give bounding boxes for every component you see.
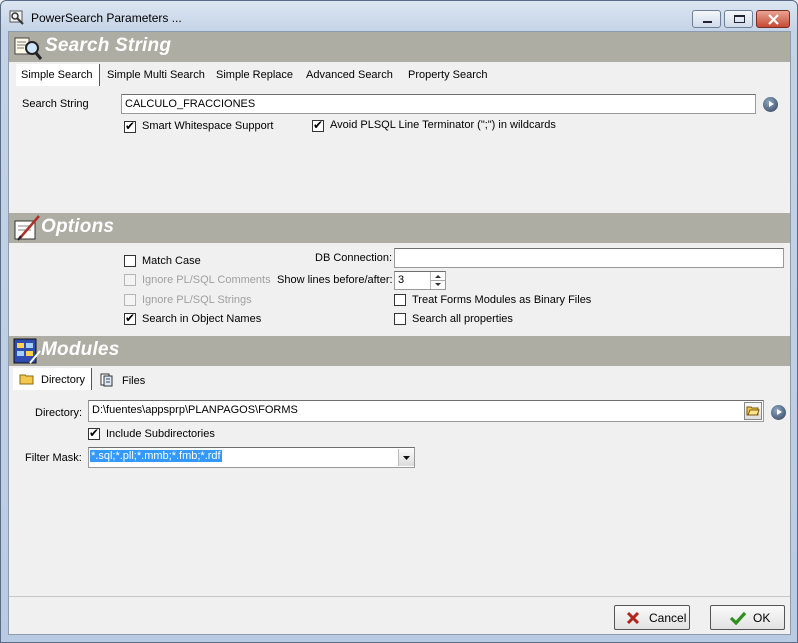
- tab-label: Simple Multi Search: [107, 69, 205, 81]
- tab-label: Directory: [41, 374, 86, 386]
- tab-label: Simple Replace: [216, 69, 294, 81]
- show-lines-label: Show lines before/after:: [277, 274, 393, 286]
- window-title: PowerSearch Parameters ...: [31, 11, 182, 25]
- smart-whitespace-checkbox[interactable]: ✔: [124, 119, 136, 133]
- filter-mask-value: *.sql;*.pll;*.mmb;*.fmb;*.rdf: [90, 450, 222, 462]
- show-lines-input[interactable]: 3: [394, 271, 446, 290]
- search-string-header: Search String: [9, 32, 790, 62]
- tab-label: Simple Search: [21, 69, 93, 81]
- ok-label: OK: [753, 611, 771, 625]
- tab-advanced-search[interactable]: Advanced Search: [306, 64, 393, 86]
- search-string-icon: [14, 37, 42, 60]
- tab-label: Property Search: [408, 69, 488, 81]
- close-icon: [768, 14, 779, 25]
- avoid-plsql-label: Avoid PLSQL Line Terminator (";") in wil…: [330, 119, 556, 131]
- treat-binary-label: Treat Forms Modules as Binary Files: [412, 294, 592, 306]
- tab-label: Advanced Search: [306, 69, 393, 81]
- directory-label: Directory:: [35, 407, 83, 419]
- avoid-plsql-checkbox[interactable]: ✔: [312, 118, 324, 132]
- cancel-x-icon: [626, 611, 640, 625]
- filter-mask-dropdown-button[interactable]: [398, 449, 414, 466]
- tab-simple-replace[interactable]: Simple Replace: [216, 64, 293, 86]
- button-bar-separator: [9, 596, 790, 597]
- dialog-window: PowerSearch Parameters ... Search String…: [0, 0, 798, 643]
- modules-title: Modules: [41, 339, 120, 360]
- modules-header: Modules: [9, 336, 790, 366]
- directory-input[interactable]: D:\fuentes\appsprp\PLANPAGOS\FORMS: [88, 400, 764, 422]
- tab-simple-search[interactable]: Simple Search: [16, 64, 100, 86]
- search-string-input[interactable]: CALCULO_FRACCIONES: [121, 94, 756, 114]
- tab-directory[interactable]: Directory: [13, 368, 93, 390]
- files-icon: [100, 373, 113, 387]
- open-folder-icon: [746, 406, 760, 416]
- options-icon: [14, 215, 40, 241]
- search-object-names-checkbox[interactable]: ✔: [124, 311, 136, 325]
- search-object-names-label: Search in Object Names: [142, 313, 262, 325]
- db-connection-input[interactable]: [394, 248, 784, 268]
- search-all-props-label: Search all properties: [412, 313, 513, 325]
- tab-label: Files: [122, 375, 146, 387]
- directory-value: D:\fuentes\appsprp\PLANPAGOS\FORMS: [92, 404, 298, 416]
- title-bar: PowerSearch Parameters ...: [1, 1, 797, 31]
- match-case-label: Match Case: [142, 255, 201, 267]
- match-case-checkbox[interactable]: [124, 255, 136, 267]
- include-subdirs-checkbox[interactable]: ✔: [88, 426, 100, 440]
- close-button[interactable]: [756, 10, 790, 28]
- tab-property-search[interactable]: Property Search: [408, 64, 487, 86]
- options-title: Options: [41, 216, 115, 237]
- tab-simple-multi-search[interactable]: Simple Multi Search: [107, 64, 205, 86]
- filter-mask-label: Filter Mask:: [25, 452, 82, 464]
- cancel-label: Cancel: [649, 611, 687, 625]
- ignore-strings-checkbox[interactable]: [124, 294, 136, 306]
- db-connection-label: DB Connection:: [315, 252, 393, 264]
- cancel-button[interactable]: Cancel: [614, 605, 690, 630]
- show-lines-value: 3: [398, 274, 405, 286]
- ignore-comments-label: Ignore PL/SQL Comments: [142, 274, 271, 286]
- ignore-strings-label: Ignore PL/SQL Strings: [142, 294, 252, 306]
- search-string-label: Search String: [22, 98, 89, 110]
- tab-files[interactable]: Files: [98, 368, 145, 390]
- browse-folder-button[interactable]: [744, 402, 762, 420]
- minimize-button[interactable]: [692, 10, 721, 28]
- show-lines-spinner[interactable]: [430, 272, 445, 289]
- options-header: Options: [9, 213, 790, 243]
- chevron-down-icon: [403, 456, 410, 460]
- search-all-props-checkbox[interactable]: [394, 313, 406, 325]
- modules-tabs: Directory Files: [9, 368, 790, 390]
- maximize-button[interactable]: [724, 10, 753, 28]
- search-panel: Search String CALCULO_FRACCIONES ✔ Smart…: [9, 88, 790, 212]
- check-icon: ✔: [125, 119, 136, 133]
- ignore-comments-checkbox[interactable]: [124, 274, 136, 286]
- spin-arrows-icon: [431, 275, 445, 286]
- check-icon: ✔: [89, 426, 100, 440]
- modules-panel: Directory: D:\fuentes\appsprp\PLANPAGOS\…: [9, 390, 790, 595]
- search-tabs: Simple Search Simple Multi Search Simple…: [9, 64, 790, 86]
- treat-binary-checkbox[interactable]: [394, 294, 406, 306]
- smart-whitespace-label: Smart Whitespace Support: [142, 120, 274, 132]
- ok-check-icon: [729, 611, 747, 625]
- filter-mask-combobox[interactable]: *.sql;*.pll;*.mmb;*.fmb;*.rdf: [88, 447, 415, 468]
- check-icon: ✔: [125, 311, 136, 325]
- check-icon: ✔: [313, 118, 324, 132]
- options-panel: Match Case Ignore PL/SQL Comments Ignore…: [9, 243, 790, 335]
- ok-button[interactable]: OK: [710, 605, 785, 630]
- dialog-client: Search String Simple Search Simple Multi…: [8, 31, 791, 635]
- folder-icon: [19, 374, 34, 385]
- app-icon: [9, 10, 24, 25]
- search-string-title: Search String: [45, 35, 172, 56]
- search-history-button[interactable]: [763, 97, 778, 112]
- directory-history-button[interactable]: [771, 405, 786, 420]
- include-subdirs-label: Include Subdirectories: [106, 428, 215, 440]
- modules-icon: [13, 338, 41, 364]
